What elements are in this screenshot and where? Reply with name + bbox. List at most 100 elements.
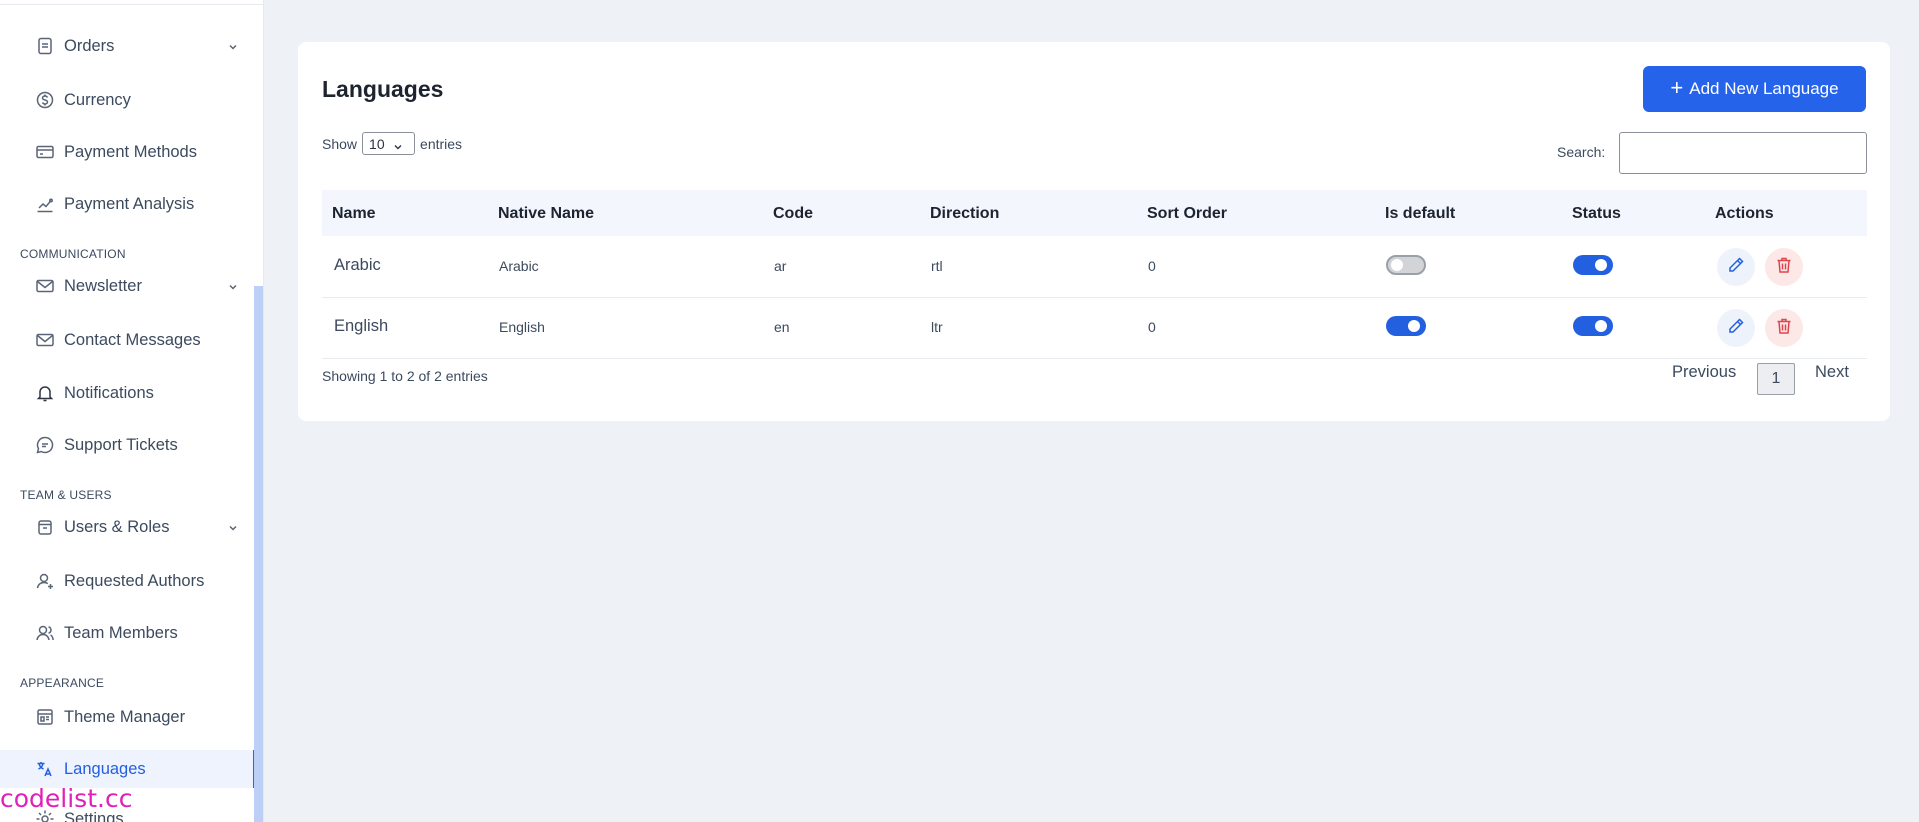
translate-icon	[35, 759, 55, 779]
column-header-actions: Actions	[1715, 205, 1774, 222]
chevron-down-icon	[227, 280, 239, 292]
mail-icon	[35, 276, 55, 296]
brand-watermark: codelist.cc	[0, 784, 133, 813]
sidebar-item-label: Languages	[64, 759, 146, 778]
add-button-label: Add New Language	[1689, 79, 1839, 98]
page-number-button[interactable]: 1	[1757, 363, 1795, 395]
sidebar-item-label: Contact Messages	[64, 330, 201, 349]
sidebar-item-languages[interactable]: Languages	[0, 750, 255, 788]
search-input[interactable]	[1619, 132, 1867, 174]
cell-code: en	[774, 319, 790, 335]
bell-icon	[35, 383, 55, 403]
cell-sort-order: 0	[1148, 319, 1156, 335]
sidebar-item-requested-authors[interactable]: Requested Authors	[0, 562, 254, 600]
chat-icon	[35, 435, 55, 455]
delete-button[interactable]	[1765, 309, 1803, 347]
page-size-select[interactable]: 10	[362, 132, 416, 155]
section-team-users: TEAM & USERS	[20, 488, 112, 502]
team-icon	[35, 623, 55, 643]
analysis-icon	[35, 194, 55, 214]
cell-name: English	[334, 317, 389, 335]
column-header-code[interactable]: Code	[773, 205, 813, 223]
sidebar-item-theme-manager[interactable]: Theme Manager	[0, 698, 254, 736]
column-header-is-default[interactable]: Is default	[1385, 205, 1455, 223]
entries-label: entries	[420, 135, 463, 152]
sidebar-item-label: Newsletter	[64, 276, 142, 295]
toggle-knob	[1595, 320, 1607, 332]
page-length-control: Show 10 entries	[322, 132, 462, 155]
trash-icon	[1774, 316, 1794, 341]
user-icon	[35, 571, 55, 591]
sidebar-item-label: Support Tickets	[64, 435, 178, 454]
sidebar-item-label: Users & Roles	[64, 517, 170, 536]
column-header-status[interactable]: Status	[1572, 205, 1621, 223]
sidebar-item-contact-messages[interactable]: Contact Messages	[0, 321, 254, 359]
column-header-direction[interactable]: Direction	[930, 205, 999, 223]
table-row: English English en ltr 0	[322, 297, 1867, 359]
sidebar-item-payment-methods[interactable]: Payment Methods	[0, 133, 254, 171]
table-info: Showing 1 to 2 of 2 entries	[322, 368, 488, 384]
theme-icon	[35, 707, 55, 727]
show-label: Show	[322, 135, 358, 152]
credit-card-icon	[35, 142, 55, 162]
delete-button[interactable]	[1765, 248, 1803, 286]
envelope-icon	[35, 330, 55, 350]
toggle-knob	[1391, 259, 1403, 271]
sidebar-item-support-tickets[interactable]: Support Tickets	[0, 426, 254, 464]
is-default-toggle[interactable]	[1386, 255, 1426, 275]
search-label: Search:	[1557, 144, 1606, 160]
page-size-value: 10	[369, 135, 385, 152]
languages-card: Languages + Add New Language Show 10 ent…	[298, 42, 1890, 421]
sidebar-item-payment-analysis[interactable]: Payment Analysis	[0, 185, 254, 223]
sidebar-item-label: Theme Manager	[64, 707, 186, 726]
sidebar-item-team-members[interactable]: Team Members	[0, 614, 254, 652]
table-row: Arabic Arabic ar rtl 0	[322, 236, 1867, 298]
add-new-language-button[interactable]: + Add New Language	[1643, 66, 1866, 112]
currency-icon	[35, 90, 55, 110]
sidebar-item-label: Orders	[64, 36, 115, 55]
sidebar-item-label: Payment Methods	[64, 142, 197, 161]
cell-code: ar	[774, 258, 787, 274]
cell-direction: rtl	[931, 258, 943, 274]
sidebar-item-orders[interactable]: Orders	[0, 27, 254, 65]
sidebar-divider	[0, 4, 263, 5]
edit-button[interactable]	[1717, 309, 1755, 347]
column-header-native-name[interactable]: Native Name	[498, 205, 594, 223]
status-toggle[interactable]	[1573, 316, 1613, 336]
sidebar: Orders Currency Payment Methods Payment …	[0, 0, 264, 822]
column-header-sort-order[interactable]: Sort Order	[1147, 205, 1227, 223]
users-roles-icon	[35, 517, 55, 537]
status-toggle[interactable]	[1573, 255, 1613, 275]
cell-native-name: English	[499, 319, 545, 335]
chevron-down-icon	[227, 521, 239, 533]
sidebar-item-currency[interactable]: Currency	[0, 81, 254, 119]
pencil-icon	[1726, 316, 1746, 341]
chevron-down-icon	[227, 40, 239, 52]
sidebar-item-label: Payment Analysis	[64, 194, 195, 213]
toggle-knob	[1408, 320, 1420, 332]
cell-sort-order: 0	[1148, 258, 1156, 274]
sidebar-item-label: Notifications	[64, 383, 154, 402]
section-appearance: APPEARANCE	[20, 676, 105, 690]
cell-native-name: Arabic	[499, 258, 539, 274]
sidebar-item-notifications[interactable]: Notifications	[0, 374, 254, 412]
previous-page-button[interactable]: Previous	[1672, 363, 1736, 382]
orders-icon	[35, 36, 55, 56]
cell-name: Arabic	[334, 256, 381, 274]
sidebar-item-label: Requested Authors	[64, 571, 205, 590]
is-default-toggle[interactable]	[1386, 316, 1426, 336]
toggle-knob	[1595, 259, 1607, 271]
cell-direction: ltr	[931, 319, 943, 335]
edit-button[interactable]	[1717, 248, 1755, 286]
column-header-name[interactable]: Name	[332, 205, 376, 223]
next-page-button[interactable]: Next	[1815, 363, 1849, 382]
sidebar-item-label: Currency	[64, 90, 131, 109]
sidebar-item-label: Team Members	[64, 623, 178, 642]
sidebar-scrollbar[interactable]	[254, 286, 263, 822]
table-header: Name Native Name Code Direction Sort Ord…	[322, 190, 1867, 236]
pencil-icon	[1726, 255, 1746, 280]
sidebar-item-users-roles[interactable]: Users & Roles	[0, 508, 254, 546]
plus-icon: +	[1670, 75, 1684, 100]
chevron-down-icon	[393, 139, 403, 149]
sidebar-item-newsletter[interactable]: Newsletter	[0, 267, 254, 305]
